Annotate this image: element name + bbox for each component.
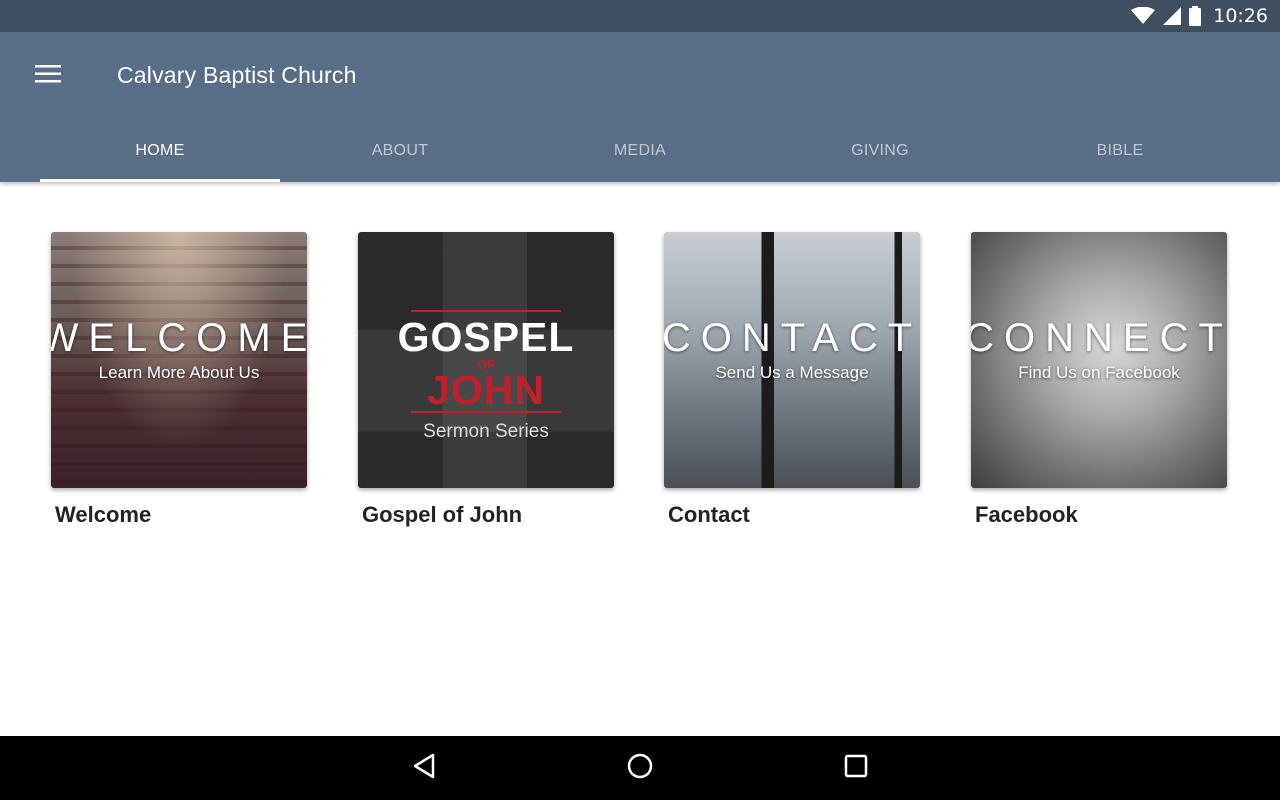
card-caption: Welcome — [55, 502, 152, 527]
tab-label: HOME — [135, 142, 185, 159]
card-welcome[interactable]: WELCOME Learn More About Us Welcome — [51, 232, 307, 528]
divider — [411, 411, 561, 413]
tab-label: ABOUT — [371, 142, 429, 159]
status-clock: 10:26 — [1213, 5, 1268, 27]
cell-signal-icon — [1163, 7, 1182, 25]
tab-about[interactable]: ABOUT — [280, 120, 520, 182]
overlay-subtitle: Learn More About Us — [98, 362, 260, 382]
card-overlay: CONNECT Find Us on Facebook — [971, 232, 1227, 488]
card-overlay: WELCOME Learn More About Us — [51, 232, 307, 488]
card-overlay: CONTACT Send Us a Message — [664, 232, 920, 488]
card-caption: Contact — [668, 502, 750, 527]
artwork-john: JOHN — [427, 367, 545, 413]
tab-label: BIBLE — [1096, 142, 1144, 159]
card-image-contact: CONTACT Send Us a Message — [664, 232, 920, 488]
card-image-gospel-of-john: GOSPEL OF JOHN Sermon Series — [358, 232, 614, 488]
artwork-title: GOSPEL — [397, 314, 575, 360]
home-content: WELCOME Learn More About Us Welcome GOSP… — [0, 182, 1280, 736]
battery-icon — [1189, 6, 1202, 26]
sermon-series-artwork: GOSPEL OF JOHN Sermon Series — [358, 232, 614, 488]
tab-label: GIVING — [851, 142, 909, 159]
card-facebook[interactable]: CONNECT Find Us on Facebook Facebook — [971, 232, 1227, 528]
recents-square-icon — [844, 754, 868, 783]
card-caption: Facebook — [975, 502, 1078, 527]
recents-button[interactable] — [840, 752, 872, 784]
app-title: Calvary Baptist Church — [117, 62, 357, 88]
system-navigation-bar — [0, 736, 1280, 800]
tab-home[interactable]: HOME — [40, 120, 280, 182]
overlay-title: CONNECT — [971, 315, 1227, 360]
home-circle-icon — [626, 752, 654, 785]
tab-bible[interactable]: BIBLE — [1000, 120, 1240, 182]
back-button[interactable] — [408, 752, 440, 784]
status-bar: 10:26 — [0, 0, 1280, 32]
hamburger-icon — [35, 64, 61, 88]
overlay-subtitle: Send Us a Message — [715, 362, 869, 382]
tab-giving[interactable]: GIVING — [760, 120, 1000, 182]
card-gospel-of-john[interactable]: GOSPEL OF JOHN Sermon Series Gospel of J… — [358, 232, 614, 528]
overlay-subtitle: Find Us on Facebook — [1018, 362, 1180, 382]
home-button[interactable] — [624, 752, 656, 784]
card-image-welcome: WELCOME Learn More About Us — [51, 232, 307, 488]
navigation-drawer-button[interactable] — [28, 56, 68, 96]
overlay-title: WELCOME — [51, 315, 307, 360]
tab-media[interactable]: MEDIA — [520, 120, 760, 182]
divider — [411, 310, 561, 312]
wifi-icon — [1131, 7, 1156, 25]
card-image-facebook: CONNECT Find Us on Facebook — [971, 232, 1227, 488]
card-caption: Gospel of John — [362, 502, 523, 527]
card-contact[interactable]: CONTACT Send Us a Message Contact — [664, 232, 920, 528]
artwork-series: Sermon Series — [423, 421, 549, 442]
back-triangle-icon — [412, 753, 436, 784]
tab-bar: HOME ABOUT MEDIA GIVING BIBLE — [40, 120, 1240, 182]
app-bar: Calvary Baptist Church HOME ABOUT MEDIA … — [0, 32, 1280, 182]
overlay-title: CONTACT — [664, 315, 920, 360]
tab-label: MEDIA — [613, 142, 667, 159]
